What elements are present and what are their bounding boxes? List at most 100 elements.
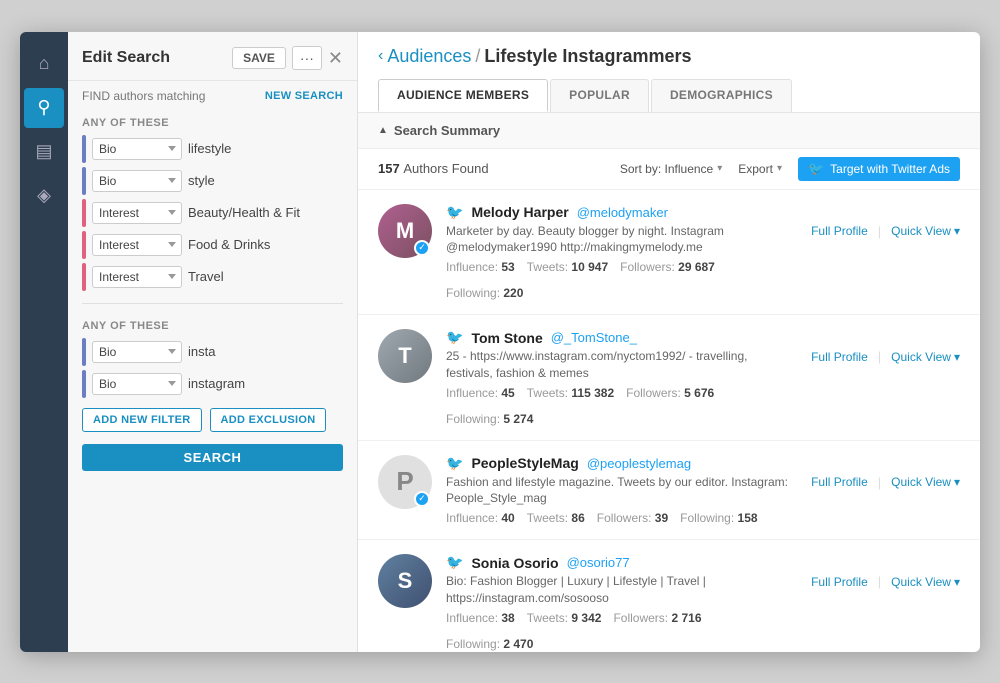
filter-accent-pink1 xyxy=(82,199,86,227)
quick-view-button-sonia[interactable]: Quick View ▾ xyxy=(891,575,960,589)
search-button[interactable]: SEARCH xyxy=(82,444,343,471)
twitter-bird-icon: 🐦 xyxy=(808,161,824,177)
find-label: FIND authors matching xyxy=(82,89,205,103)
results-count-area: 157 Authors Found xyxy=(378,161,489,176)
profile-stats-melody: Influence: 53 Tweets: 10 947 Followers: … xyxy=(446,260,797,300)
following-stat-melody: Following: 220 xyxy=(446,286,523,300)
profile-bio-melody: Marketer by day. Beauty blogger by night… xyxy=(446,223,797,257)
filter-value-insta: insta xyxy=(188,341,343,362)
filter-row: BioInterest style xyxy=(82,167,343,195)
profile-info-psl: 🐦 PeopleStyleMag @peoplestylemag Fashion… xyxy=(446,455,797,526)
close-button[interactable]: ✕ xyxy=(328,49,343,67)
twitter-icon-psl: 🐦 xyxy=(446,455,463,472)
profile-name-sonia: Sonia Osorio xyxy=(471,555,558,571)
profile-actions-sonia: Full Profile | Quick View ▾ xyxy=(811,574,960,589)
profile-handle-sonia[interactable]: @osorio77 xyxy=(567,555,630,570)
profile-stats-psl: Influence: 40 Tweets: 86 Followers: 39 F… xyxy=(446,511,797,525)
quick-view-chevron3: ▾ xyxy=(954,475,960,489)
profile-actions-tom: Full Profile | Quick View ▾ xyxy=(811,349,960,364)
quick-view-button-tom[interactable]: Quick View ▾ xyxy=(891,350,960,364)
sidebar-icon-folder[interactable]: ▤ xyxy=(24,132,64,172)
pipe2: | xyxy=(878,349,881,364)
filter-value-instagram: instagram xyxy=(188,373,343,394)
quick-view-button-melody[interactable]: Quick View ▾ xyxy=(891,224,960,238)
export-button[interactable]: Export ▾ xyxy=(738,162,782,176)
filter-accent-blue3 xyxy=(82,338,86,366)
influence-stat-sonia: Influence: 38 xyxy=(446,611,515,625)
add-new-filter-button[interactable]: ADD NEW FILTER xyxy=(82,408,202,432)
main-content: ‹ Audiences / Lifestyle Instagrammers AU… xyxy=(358,32,980,652)
following-stat-psl: Following: 158 xyxy=(680,511,757,525)
filter-type-interest2[interactable]: InterestBio xyxy=(92,234,182,256)
profile-card-melody: M ✓ 🐦 Melody Harper @melodymaker Markete… xyxy=(358,190,980,316)
profile-info-tom: 🐦 Tom Stone @_TomStone_ 25 - https://www… xyxy=(446,329,797,426)
results-bar: 157 Authors Found Sort by: Influence ▾ E… xyxy=(358,149,980,190)
quick-view-button-psl[interactable]: Quick View ▾ xyxy=(891,475,960,489)
filter-value-beauty: Beauty/Health & Fit xyxy=(188,202,343,223)
action-buttons: ADD NEW FILTER ADD EXCLUSION xyxy=(68,400,357,440)
avatar-wrap-sonia: S xyxy=(378,554,432,608)
avatar-wrap-psl: P ✓ xyxy=(378,455,432,509)
profile-info-sonia: 🐦 Sonia Osorio @osorio77 Bio: Fashion Bl… xyxy=(446,554,797,651)
left-panel: Edit Search SAVE ··· ✕ FIND authors matc… xyxy=(68,32,358,652)
save-button[interactable]: SAVE xyxy=(232,47,286,69)
profile-stats-tom: Influence: 45 Tweets: 115 382 Followers:… xyxy=(446,386,797,426)
full-profile-link-psl[interactable]: Full Profile xyxy=(811,475,868,489)
full-profile-link-melody[interactable]: Full Profile xyxy=(811,224,868,238)
twitter-icon-sonia: 🐦 xyxy=(446,554,463,571)
add-exclusion-button[interactable]: ADD EXCLUSION xyxy=(210,408,327,432)
tab-popular[interactable]: POPULAR xyxy=(550,79,649,112)
avatar-wrap-tom: T xyxy=(378,329,432,383)
results-count-label: Authors Found xyxy=(403,161,488,176)
profile-handle-psl[interactable]: @peoplestylemag xyxy=(587,456,691,471)
avatar-wrap-melody: M ✓ xyxy=(378,204,432,258)
breadcrumb: ‹ Audiences / Lifestyle Instagrammers xyxy=(378,46,960,67)
section-divider xyxy=(82,303,343,304)
quick-view-chevron2: ▾ xyxy=(954,350,960,364)
profile-actions-melody: Full Profile | Quick View ▾ xyxy=(811,224,960,239)
followers-stat-psl: Followers: 39 xyxy=(597,511,668,525)
sidebar-icon-tag[interactable]: ◈ xyxy=(24,176,64,216)
twitter-target-button[interactable]: 🐦 Target with Twitter Ads xyxy=(798,157,960,181)
filter-type-interest1[interactable]: InterestBio xyxy=(92,202,182,224)
profile-card-sonia: S 🐦 Sonia Osorio @osorio77 Bio: Fashion … xyxy=(358,540,980,651)
filter-type-bio1[interactable]: BioInterestLocation xyxy=(92,138,182,160)
content-area: ▲ Search Summary 157 Authors Found Sort … xyxy=(358,113,980,652)
breadcrumb-arrow: ‹ xyxy=(378,47,383,65)
tab-demographics[interactable]: DEMOGRAPHICS xyxy=(651,79,792,112)
left-panel-header: Edit Search SAVE ··· ✕ xyxy=(68,32,357,81)
profile-bio-psl: Fashion and lifestyle magazine. Tweets b… xyxy=(446,474,797,508)
verified-badge-melody: ✓ xyxy=(414,240,430,256)
profile-handle-melody[interactable]: @melodymaker xyxy=(577,205,668,220)
sidebar-icon-home[interactable]: ⌂ xyxy=(24,44,64,84)
tweets-stat-tom: Tweets: 115 382 xyxy=(527,386,614,400)
following-stat-sonia: Following: 2 470 xyxy=(446,637,533,651)
results-right: Sort by: Influence ▾ Export ▾ 🐦 Target w… xyxy=(620,157,960,181)
following-stat-tom: Following: 5 274 xyxy=(446,412,533,426)
sidebar: ⌂ ⚲ ▤ ◈ xyxy=(20,32,68,652)
avatar-tom: T xyxy=(378,329,432,383)
twitter-icon-melody: 🐦 xyxy=(446,204,463,221)
filter-row: InterestBio Food & Drinks xyxy=(82,231,343,259)
full-profile-link-sonia[interactable]: Full Profile xyxy=(811,575,868,589)
quick-view-chevron4: ▾ xyxy=(954,575,960,589)
tabs: AUDIENCE MEMBERS POPULAR DEMOGRAPHICS xyxy=(378,79,960,112)
filter-type-bio2[interactable]: BioInterest xyxy=(92,170,182,192)
pipe4: | xyxy=(878,574,881,589)
followers-stat-sonia: Followers: 2 716 xyxy=(613,611,701,625)
breadcrumb-parent[interactable]: Audiences xyxy=(387,46,471,67)
pipe3: | xyxy=(878,475,881,490)
tweets-stat-psl: Tweets: 86 xyxy=(527,511,585,525)
search-summary-bar: ▲ Search Summary xyxy=(358,113,980,149)
profile-handle-tom[interactable]: @_TomStone_ xyxy=(551,330,637,345)
sidebar-icon-search[interactable]: ⚲ xyxy=(24,88,64,128)
filter-type-bio4[interactable]: BioInterest xyxy=(92,373,182,395)
tab-audience-members[interactable]: AUDIENCE MEMBERS xyxy=(378,79,548,112)
new-search-link[interactable]: NEW SEARCH xyxy=(265,90,343,102)
filter-type-bio3[interactable]: BioInterest xyxy=(92,341,182,363)
more-options-button[interactable]: ··· xyxy=(292,46,322,70)
sort-by-dropdown[interactable]: Sort by: Influence ▾ xyxy=(620,162,722,176)
filter-type-interest3[interactable]: InterestBio xyxy=(92,266,182,288)
profile-card-tom: T 🐦 Tom Stone @_TomStone_ 25 - https://w… xyxy=(358,315,980,441)
full-profile-link-tom[interactable]: Full Profile xyxy=(811,350,868,364)
